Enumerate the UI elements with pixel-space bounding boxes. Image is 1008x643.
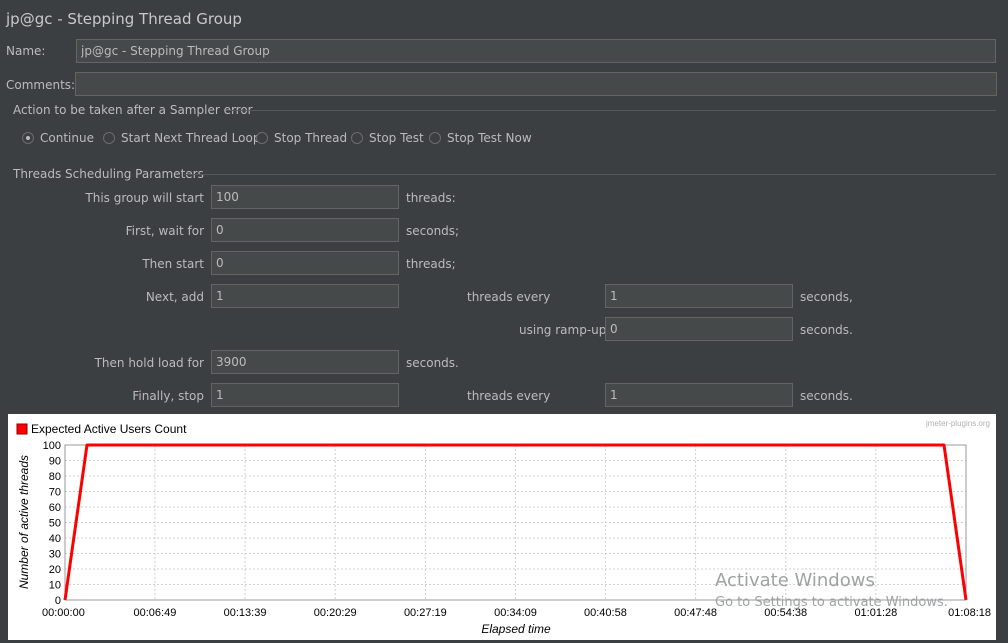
x-axis-label: Elapsed time bbox=[481, 622, 551, 636]
x-tick-label: 00:47:48 bbox=[674, 607, 717, 619]
stop-unit: seconds. bbox=[800, 389, 853, 403]
hold-unit: seconds. bbox=[406, 356, 459, 370]
radio-label: Stop Test bbox=[369, 131, 424, 145]
x-tick-label: 00:13:39 bbox=[224, 607, 267, 619]
y-axis-label: Number of active threads bbox=[17, 455, 31, 589]
radio-label: Start Next Thread Loop bbox=[121, 131, 261, 145]
radio-start-next-thread-loop[interactable]: Start Next Thread Loop bbox=[103, 131, 260, 145]
y-tick-label: 30 bbox=[49, 549, 61, 561]
then-start-field[interactable] bbox=[211, 251, 399, 275]
next-threads-every-field[interactable] bbox=[605, 284, 793, 308]
section-divider bbox=[184, 174, 996, 175]
radio-stop-test[interactable]: Stop Test bbox=[351, 131, 424, 145]
x-tick-label: 00:40:58 bbox=[584, 607, 627, 619]
ramp-up-label: using ramp-up bbox=[519, 323, 607, 337]
y-tick-label: 60 bbox=[49, 502, 61, 514]
x-tick-label: 00:06:49 bbox=[134, 607, 177, 619]
next-add-field[interactable] bbox=[211, 284, 399, 308]
radio-icon bbox=[429, 132, 441, 144]
stop-threads-every-field[interactable] bbox=[605, 383, 793, 407]
next-threads-every-label: threads every bbox=[467, 290, 551, 304]
wait-unit: seconds; bbox=[406, 224, 460, 238]
next-unit: seconds, bbox=[800, 290, 853, 304]
y-tick-label: 0 bbox=[55, 595, 61, 607]
stop-label: Finally, stop bbox=[132, 389, 204, 403]
name-field[interactable] bbox=[76, 39, 996, 63]
legend-label: Expected Active Users Count bbox=[31, 422, 187, 436]
y-tick-label: 90 bbox=[49, 456, 61, 468]
y-tick-label: 50 bbox=[49, 518, 61, 530]
ramp-up-field[interactable] bbox=[605, 317, 793, 341]
y-tick-label: 70 bbox=[49, 487, 61, 499]
x-tick-label: 01:08:18 bbox=[948, 607, 991, 619]
y-tick-label: 20 bbox=[49, 564, 61, 576]
start-label: This group will start bbox=[85, 191, 204, 205]
start-threads-field[interactable] bbox=[211, 185, 399, 209]
next-add-label: Next, add bbox=[145, 290, 204, 304]
watermark-title: Activate Windows bbox=[715, 570, 875, 591]
x-tick-label: 00:00:00 bbox=[42, 607, 85, 619]
radio-label: Continue bbox=[40, 131, 94, 145]
y-tick-label: 10 bbox=[49, 580, 61, 592]
stop-threads-every-label: threads every bbox=[467, 389, 551, 403]
sampler-error-legend: Action to be taken after a Sampler error bbox=[13, 103, 253, 117]
radio-stop-thread[interactable]: Stop Thread bbox=[256, 131, 347, 145]
x-tick-label: 00:20:29 bbox=[314, 607, 357, 619]
wait-label: First, wait for bbox=[125, 224, 204, 238]
then-start-label: Then start bbox=[142, 257, 204, 271]
scheduling-legend: Threads Scheduling Parameters bbox=[13, 167, 204, 181]
hold-label: Then hold load for bbox=[94, 356, 204, 370]
radio-selected-icon bbox=[22, 132, 34, 144]
y-tick-label: 80 bbox=[49, 471, 61, 483]
legend-swatch bbox=[16, 423, 28, 435]
credit-text: jmeter-plugins.org bbox=[925, 419, 990, 428]
page-title: jp@gc - Stepping Thread Group bbox=[6, 10, 242, 28]
ramp-up-unit: seconds. bbox=[800, 323, 853, 337]
wait-seconds-field[interactable] bbox=[211, 218, 399, 242]
section-divider bbox=[226, 110, 996, 111]
name-label: Name: bbox=[6, 44, 46, 58]
radio-icon bbox=[256, 132, 268, 144]
comments-field[interactable] bbox=[75, 72, 997, 96]
y-tick-label: 40 bbox=[49, 533, 61, 545]
then-start-unit: threads; bbox=[406, 257, 456, 271]
x-tick-label: 00:34:09 bbox=[494, 607, 537, 619]
radio-icon bbox=[103, 132, 115, 144]
y-tick-label: 100 bbox=[43, 440, 61, 452]
watermark-subtitle: Go to Settings to activate Windows. bbox=[715, 595, 948, 610]
radio-label: Stop Thread bbox=[274, 131, 348, 145]
hold-seconds-field[interactable] bbox=[211, 350, 399, 374]
radio-label: Stop Test Now bbox=[447, 131, 532, 145]
x-tick-label: 00:27:19 bbox=[404, 607, 447, 619]
radio-icon bbox=[351, 132, 363, 144]
stop-threads-field[interactable] bbox=[211, 383, 399, 407]
radio-continue[interactable]: Continue bbox=[22, 131, 94, 145]
start-unit: threads: bbox=[406, 191, 456, 205]
comments-label: Comments: bbox=[6, 78, 76, 92]
radio-stop-test-now[interactable]: Stop Test Now bbox=[429, 131, 532, 145]
